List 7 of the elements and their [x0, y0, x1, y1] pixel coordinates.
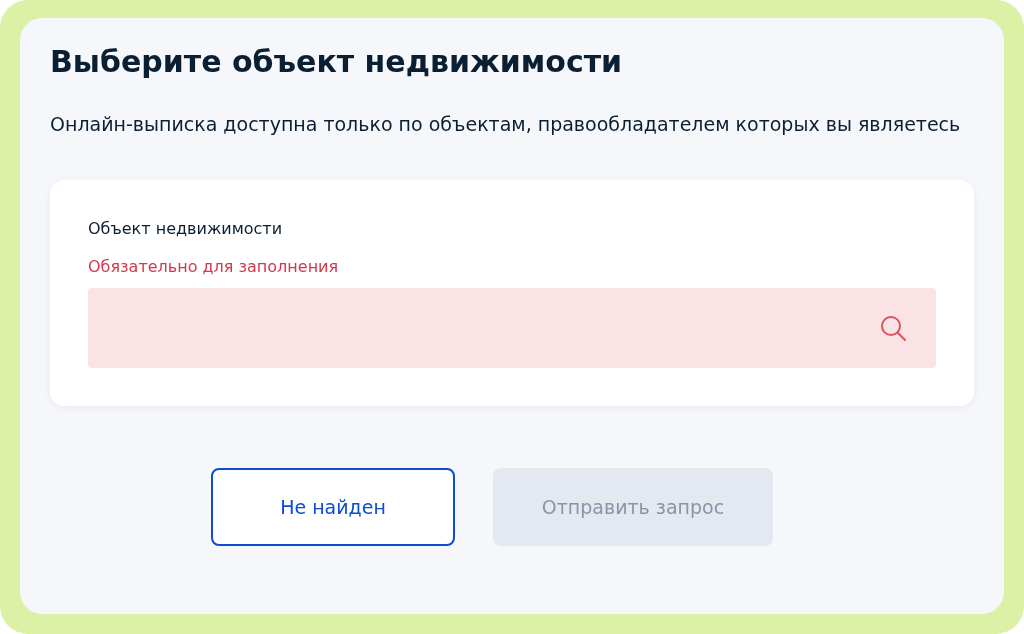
field-label: Объект недвижимости [88, 218, 284, 240]
description-text: Онлайн-выписка доступна только по объектам, правообладателем которых вы являетесь [50, 112, 962, 137]
search-field[interactable] [88, 288, 936, 368]
search-icon [878, 313, 908, 343]
error-message: Обязательно для заполнения [88, 256, 340, 278]
not-found-button[interactable]: Не найден [211, 468, 455, 546]
dialog-title: Выберите объект недвижимости [50, 43, 624, 81]
